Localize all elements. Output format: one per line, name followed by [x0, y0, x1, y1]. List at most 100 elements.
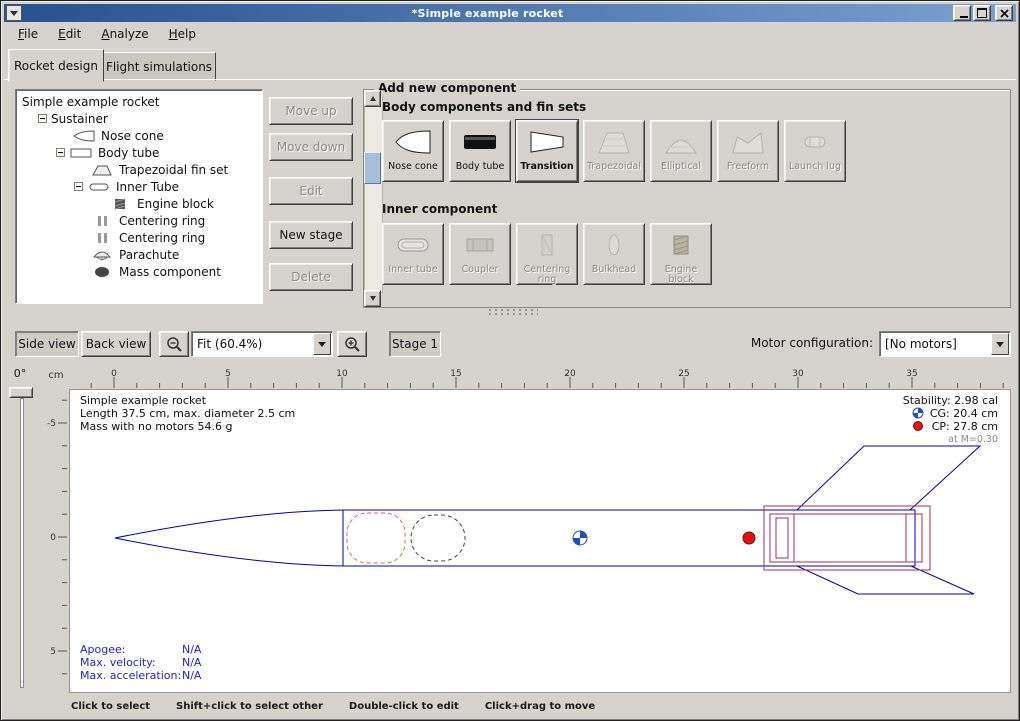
zoom-value: Fit (60.4%) [192, 337, 312, 351]
zoom-select[interactable]: Fit (60.4%) [191, 331, 333, 357]
rocket-view-canvas[interactable]: Simple example rocket Length 37.5 cm, ma… [69, 389, 1011, 693]
side-view-button[interactable]: Side view [15, 331, 79, 357]
delete-button[interactable]: Delete [269, 263, 353, 291]
vertical-ruler: -505 [45, 389, 67, 691]
add-coupler-button[interactable]: Coupler [449, 223, 511, 285]
menu-file[interactable]: File [9, 25, 47, 43]
tree-item-parachute[interactable]: Parachute [16, 246, 262, 263]
svg-text:0: 0 [50, 533, 56, 543]
close-button[interactable] [995, 5, 1013, 21]
add-elliptical-fin-button[interactable]: Elliptical [650, 120, 712, 182]
zoom-in-button[interactable] [337, 331, 367, 357]
tree-item-label: Sustainer [51, 112, 108, 126]
button-label: Elliptical [652, 162, 710, 172]
add-bulkhead-button[interactable]: Bulkhead [583, 223, 645, 285]
tree-item-nose-cone[interactable]: Nose cone [16, 127, 262, 144]
body-tube-icon [69, 147, 93, 159]
window-menu-icon[interactable] [6, 5, 22, 21]
button-label: New stage [279, 228, 342, 242]
maximize-button[interactable] [973, 5, 991, 21]
add-nose-cone-button[interactable]: Nose cone [382, 120, 444, 182]
parachute-icon [90, 249, 114, 261]
tree-item-sustainer[interactable]: Sustainer [16, 110, 262, 127]
stability-value: Stability: 2.98 cal [903, 394, 998, 407]
button-label: Launch lug [786, 162, 844, 172]
new-stage-button[interactable]: New stage [269, 221, 353, 249]
svg-text:35: 35 [906, 369, 917, 379]
cg-value: CG: 20.4 cm [930, 407, 998, 420]
menu-edit[interactable]: Edit [49, 25, 90, 43]
minimize-button[interactable] [953, 5, 971, 21]
rocket-name: Simple example rocket [80, 394, 207, 407]
move-up-button[interactable]: Move up [269, 97, 353, 125]
rotation-slider-track[interactable] [20, 398, 24, 688]
zoom-out-button[interactable] [159, 331, 189, 357]
scroll-down-button[interactable] [364, 290, 381, 307]
scrollbar-thumb[interactable] [364, 152, 381, 184]
move-down-button[interactable]: Move down [269, 133, 353, 161]
collapse-icon[interactable] [56, 148, 65, 157]
fin-icon [90, 164, 114, 176]
tree-item-centering-ring-2[interactable]: Centering ring [16, 229, 262, 246]
menu-help[interactable]: Help [160, 25, 205, 43]
coupler-icon [460, 231, 500, 262]
add-body-tube-button[interactable]: Body tube [449, 120, 511, 182]
centering-ring-icon [90, 215, 114, 227]
cp-legend-icon [914, 422, 923, 431]
tree-item-body-tube[interactable]: Body tube [16, 144, 262, 161]
button-label: Trapezoidal [585, 162, 643, 172]
tree-item-inner-tube[interactable]: Inner Tube [16, 178, 262, 195]
apogee-label: Apogee: [80, 643, 125, 656]
scroll-up-button[interactable] [364, 90, 381, 107]
button-label: Freeform [719, 162, 777, 172]
component-tree: Simple example rocket Sustainer Nose con… [15, 89, 263, 304]
rotation-slider-thumb[interactable] [9, 387, 33, 398]
window-title: *Simple example rocket [22, 7, 953, 20]
svg-text:15: 15 [450, 369, 461, 379]
button-label: Body tube [451, 162, 509, 172]
add-launch-lug-button[interactable]: Launch lug [784, 120, 846, 182]
collapse-icon[interactable] [38, 114, 47, 123]
section-body-components: Body components and fin sets [382, 100, 586, 114]
add-centering-ring-button[interactable]: Centering ring [516, 223, 578, 285]
motor-configuration-select[interactable]: [No motors] [879, 331, 1011, 357]
add-inner-tube-button[interactable]: Inner tube [382, 223, 444, 285]
menu-analyze[interactable]: Analyze [92, 25, 157, 43]
svg-text:10: 10 [336, 369, 348, 379]
freeform-fin-icon [728, 128, 768, 159]
back-view-button[interactable]: Back view [81, 331, 151, 357]
horizontal-ruler: 05101520253035 [69, 367, 1009, 388]
max-velocity-label: Max. velocity: [80, 656, 156, 669]
tree-item-centering-ring-1[interactable]: Centering ring [16, 212, 262, 229]
tab-rocket-design[interactable]: Rocket design [8, 49, 104, 82]
rotation-label: 0° [3, 367, 37, 380]
tab-label: Rocket design [14, 59, 98, 73]
edit-button[interactable]: Edit [269, 177, 353, 205]
dropdown-arrow-icon[interactable] [313, 333, 331, 355]
minimize-icon [960, 16, 968, 18]
collapse-icon[interactable] [74, 182, 83, 191]
button-label: Transition [518, 162, 576, 172]
tree-item-label: Inner Tube [116, 180, 179, 194]
tree-item-fin-set[interactable]: Trapezoidal fin set [16, 161, 262, 178]
tree-item-label: Simple example rocket [22, 95, 159, 109]
tree-item-rocket[interactable]: Simple example rocket [16, 93, 262, 110]
dropdown-arrow-icon[interactable] [991, 333, 1009, 355]
tab-flight-simulations[interactable]: Flight simulations [102, 52, 216, 81]
hint-click-select: Click to select [71, 701, 150, 712]
close-icon [1000, 9, 1009, 18]
add-transition-button[interactable]: Transition [516, 120, 578, 182]
add-freeform-fin-button[interactable]: Freeform [717, 120, 779, 182]
stage-1-toggle[interactable]: Stage 1 [389, 331, 441, 357]
arrow-down-icon [370, 296, 376, 301]
button-label: Move down [277, 140, 345, 154]
maximize-icon [977, 8, 987, 18]
add-trapezoidal-fin-button[interactable]: Trapezoidal [583, 120, 645, 182]
splitter-grip[interactable] [488, 308, 538, 316]
component-panel-scrollbar[interactable] [364, 90, 383, 293]
tree-item-engine-block[interactable]: Engine block [16, 195, 262, 212]
cp-value: CP: 27.8 cm [932, 420, 998, 433]
tree-item-mass-component[interactable]: Mass component [16, 263, 262, 280]
rocket-body-outline [115, 510, 915, 566]
add-engine-block-button[interactable]: Engine block [650, 223, 712, 285]
